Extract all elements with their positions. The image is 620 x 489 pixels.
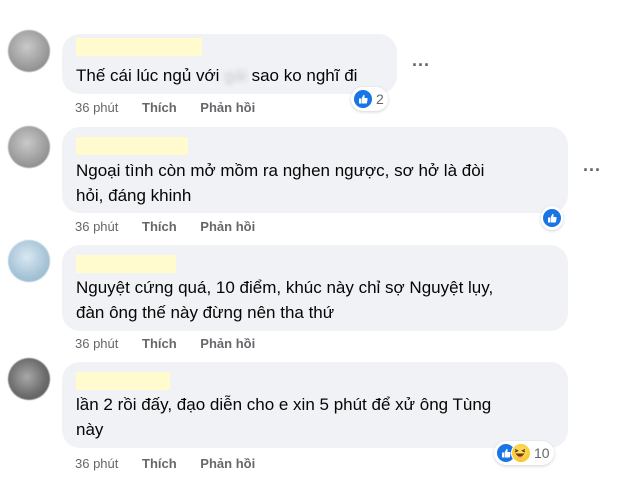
comment-time[interactable]: 36 phút — [75, 336, 118, 351]
comment-text: Ngoại tình còn mở mồm ra nghen ngược, sơ… — [76, 161, 485, 205]
avatar[interactable] — [8, 30, 50, 72]
comment-time[interactable]: 36 phút — [75, 100, 118, 115]
reaction-summary[interactable]: 2 — [351, 87, 388, 111]
blurred-word: gái — [224, 66, 247, 85]
commenter-name-redacted[interactable] — [76, 38, 202, 56]
reaction-count: 10 — [534, 445, 550, 461]
comment-time[interactable]: 36 phút — [75, 456, 118, 471]
haha-icon — [511, 443, 531, 463]
reaction-summary[interactable]: 10 — [494, 441, 554, 465]
like-button[interactable]: Thích — [142, 456, 177, 471]
reply-button[interactable]: Phản hồi — [200, 336, 255, 351]
reaction-summary[interactable] — [541, 206, 563, 230]
comment-meta: 36 phút Thích Phản hồi — [75, 219, 275, 234]
reply-button[interactable]: Phản hồi — [200, 100, 255, 115]
comment-time[interactable]: 36 phút — [75, 219, 118, 234]
avatar[interactable] — [8, 240, 50, 282]
comment-meta: 36 phút Thích Phản hồi — [75, 336, 275, 351]
avatar[interactable] — [8, 126, 50, 168]
avatar[interactable] — [8, 358, 50, 400]
like-button[interactable]: Thích — [142, 100, 177, 115]
comment-meta: 36 phút Thích Phản hồi — [75, 100, 275, 115]
reply-button[interactable]: Phản hồi — [200, 219, 255, 234]
comment-text: Thế cái lúc ngủ với gái sao ko nghĩ đi — [76, 63, 357, 88]
commenter-name-redacted[interactable] — [76, 372, 170, 390]
more-options-icon[interactable]: ... — [412, 50, 430, 71]
comment-bubble: Ngoại tình còn mở mồm ra nghen ngược, sơ… — [62, 127, 568, 213]
reply-button[interactable]: Phản hồi — [200, 456, 255, 471]
like-button[interactable]: Thích — [142, 219, 177, 234]
more-options-icon[interactable]: ... — [583, 155, 601, 176]
comment-bubble: lần 2 rồi đấy, đạo diễn cho e xin 5 phút… — [62, 362, 568, 448]
like-button[interactable]: Thích — [142, 336, 177, 351]
comment-bubble: Thế cái lúc ngủ với gái sao ko nghĩ đi 2 — [62, 34, 397, 111]
comment-bubble: Nguyệt cứng quá, 10 điểm, khúc này chỉ s… — [62, 245, 568, 331]
comment-text: lần 2 rồi đấy, đạo diễn cho e xin 5 phút… — [76, 395, 492, 439]
reaction-count: 2 — [376, 91, 384, 107]
commenter-name-redacted[interactable] — [76, 255, 176, 273]
like-icon — [353, 89, 373, 109]
comment-text: Nguyệt cứng quá, 10 điểm, khúc này chỉ s… — [76, 278, 494, 322]
commenter-name-redacted[interactable] — [76, 137, 188, 155]
comment-meta: 36 phút Thích Phản hồi — [75, 456, 275, 471]
like-icon — [542, 208, 562, 228]
